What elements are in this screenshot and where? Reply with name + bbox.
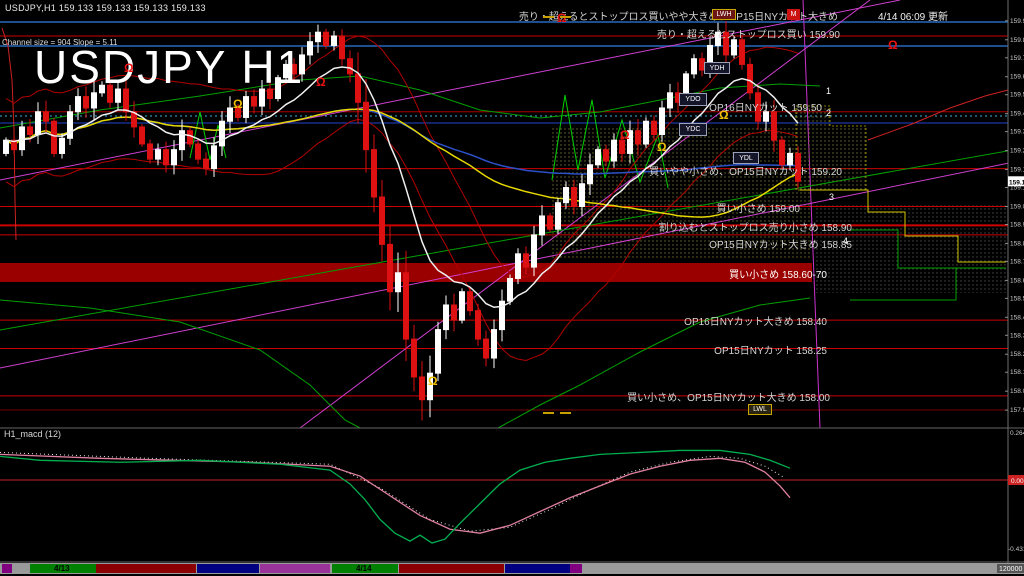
session-date-label: 4/14 (356, 564, 372, 573)
chart-window: 159.980 159.880 159.785 159.685 159.590 159.4… (0, 0, 1024, 576)
svg-text:158.025: 158.025 (1010, 388, 1024, 395)
svg-text:158.320: 158.320 (1010, 332, 1024, 339)
kumo-cloud-region (816, 205, 1008, 293)
svg-text:158.125: 158.125 (1010, 369, 1024, 376)
svg-text:158.610: 158.610 (1010, 277, 1024, 284)
svg-text:158.805: 158.805 (1010, 240, 1024, 247)
svg-text:159.195: 159.195 (1010, 167, 1024, 174)
chart-canvas[interactable]: 159.980 159.880 159.785 159.685 159.590 159.4… (0, 0, 1024, 576)
svg-text:158.515: 158.515 (1010, 295, 1024, 302)
svg-text:159.785: 159.785 (1010, 55, 1024, 62)
svg-text:159.880: 159.880 (1010, 37, 1024, 44)
session-segment (197, 564, 259, 573)
svg-text:159.000: 159.000 (1010, 203, 1024, 210)
svg-text:159.395: 159.395 (1010, 129, 1024, 136)
session-strip: 4/13 4/14 120000 (0, 562, 1024, 574)
svg-text:159.133: 159.133 (1009, 179, 1024, 186)
price-axis[interactable]: 159.980 159.880 159.785 159.685 159.590 159.4… (1005, 0, 1024, 563)
svg-text:157.925: 157.925 (1010, 407, 1024, 414)
session-segment (505, 564, 570, 573)
svg-text:158.905: 158.905 (1010, 221, 1024, 228)
svg-text:159.590: 159.590 (1010, 92, 1024, 99)
session-date-label: 4/13 (54, 564, 70, 573)
session-segment (96, 564, 196, 573)
svg-text:159.490: 159.490 (1010, 111, 1024, 118)
session-segment (399, 564, 504, 573)
session-segment (2, 564, 12, 573)
svg-text:0.00: 0.00 (1011, 478, 1024, 485)
kumo-cloud-region (552, 128, 810, 260)
svg-text:159.980: 159.980 (1010, 18, 1024, 25)
macd-scale-top: 0.264 (1010, 430, 1024, 437)
session-segment (570, 564, 582, 573)
svg-text:120000: 120000 (999, 566, 1022, 573)
svg-text:159.685: 159.685 (1010, 74, 1024, 81)
svg-text:158.415: 158.415 (1010, 314, 1024, 321)
svg-text:159.295: 159.295 (1010, 148, 1024, 155)
macd-scale-bottom: -0.431 (1008, 546, 1024, 553)
svg-text:158.220: 158.220 (1010, 351, 1024, 358)
session-segment (260, 564, 330, 573)
svg-text:158.710: 158.710 (1010, 258, 1024, 265)
